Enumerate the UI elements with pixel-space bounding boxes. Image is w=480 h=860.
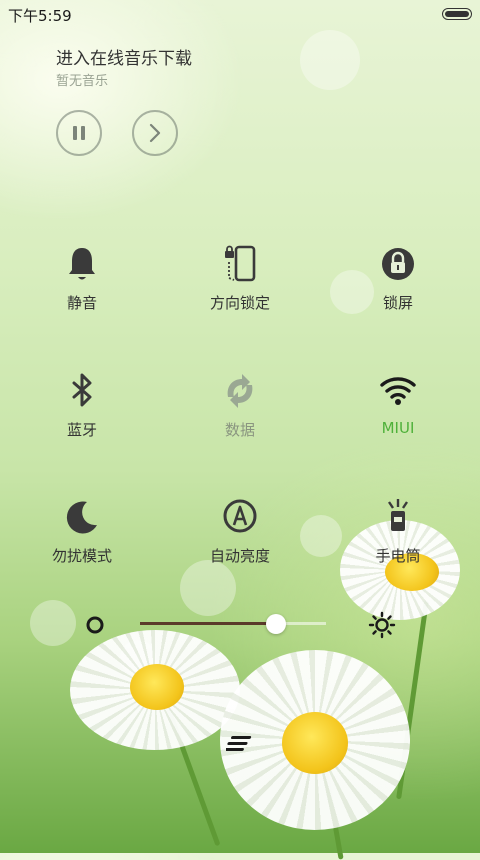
- toggle-mobile-data[interactable]: 数据: [180, 371, 300, 461]
- toggle-flashlight[interactable]: 手电筒: [338, 497, 458, 587]
- toggle-mute[interactable]: 静音: [22, 244, 142, 334]
- background-bokeh: [300, 30, 360, 90]
- brightness-track[interactable]: [140, 622, 326, 625]
- toggle-label: 数据: [224, 421, 255, 439]
- menu-handle-icon[interactable]: [226, 734, 254, 754]
- auto-brightness-icon: [223, 499, 257, 533]
- next-button[interactable]: [132, 110, 178, 156]
- brightness-track-fill: [140, 622, 276, 625]
- brightness-thumb[interactable]: [265, 614, 286, 634]
- daisy-center: [282, 712, 348, 774]
- pause-button[interactable]: [56, 110, 102, 156]
- bell-icon: [69, 248, 95, 280]
- mobile-data-icon: [227, 374, 253, 408]
- toggle-lock-screen[interactable]: 锁屏: [338, 244, 458, 334]
- pause-icon: [73, 126, 85, 140]
- toggle-label: 蓝牙: [66, 421, 97, 439]
- rotation-lock-icon: [225, 245, 256, 282]
- toggle-label: MIUI: [381, 419, 415, 437]
- background-bokeh: [30, 600, 76, 646]
- next-icon: [149, 123, 161, 143]
- toggle-auto-brightness[interactable]: 自动亮度: [180, 497, 300, 587]
- toggle-rotation-lock[interactable]: 方向锁定: [180, 244, 300, 334]
- brightness-low-icon: [86, 616, 104, 634]
- toggle-label: 自动亮度: [209, 547, 270, 565]
- status-time: 下午5:59: [8, 7, 72, 25]
- moon-icon: [66, 501, 97, 534]
- toggle-label: 静音: [66, 294, 97, 312]
- background-bokeh: [300, 515, 342, 557]
- battery-icon: [442, 8, 472, 20]
- toggle-label: 勿扰模式: [51, 547, 112, 565]
- lock-icon: [382, 248, 414, 280]
- brightness-high-icon: [368, 611, 396, 639]
- music-subtitle: 暂无音乐: [56, 74, 109, 89]
- toggle-label: 手电筒: [375, 547, 421, 565]
- toggle-wifi[interactable]: MIUI: [338, 371, 458, 461]
- daisy-center: [130, 664, 184, 710]
- toggle-label: 方向锁定: [209, 294, 270, 312]
- music-title[interactable]: 进入在线音乐下载: [56, 44, 192, 69]
- status-bar: 下午5:59: [0, 0, 480, 26]
- brightness-slider[interactable]: [84, 610, 404, 640]
- toggle-label: 锁屏: [382, 294, 413, 312]
- toggle-do-not-disturb[interactable]: 勿扰模式: [22, 497, 142, 587]
- flashlight-icon: [388, 499, 408, 531]
- bluetooth-icon: [72, 373, 92, 407]
- toggle-bluetooth[interactable]: 蓝牙: [22, 371, 142, 461]
- wifi-icon: [380, 377, 416, 405]
